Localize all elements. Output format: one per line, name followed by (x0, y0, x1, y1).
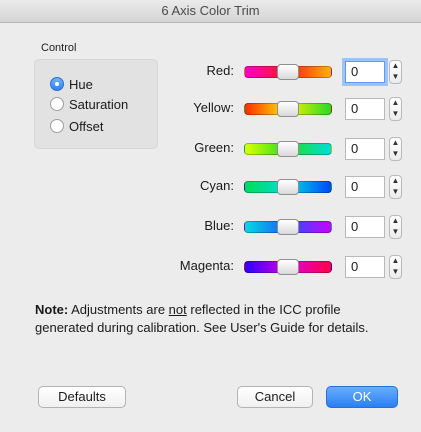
stepper-down-icon[interactable]: ▼ (390, 149, 401, 160)
slider-yellow-thumb[interactable] (277, 101, 299, 117)
stepper-up-icon[interactable]: ▲ (390, 61, 401, 72)
slider-green[interactable] (244, 141, 332, 157)
stepper-down-icon[interactable]: ▼ (390, 227, 401, 238)
slider-cyan-thumb[interactable] (277, 179, 299, 195)
value-field-cyan[interactable]: 0 (345, 176, 385, 198)
value-field-red[interactable]: 0 (345, 61, 385, 83)
value-field-green[interactable]: 0 (345, 138, 385, 160)
dialog-window: 6 Axis Color Trim Control Hue Saturation… (0, 0, 421, 432)
slider-yellow[interactable] (244, 101, 332, 117)
control-group-title: Control (41, 42, 77, 54)
stepper-up-icon[interactable]: ▲ (390, 256, 401, 267)
channel-row-green: Green: 0 ▲ ▼ (0, 136, 421, 162)
stepper-blue[interactable]: ▲ ▼ (389, 215, 402, 239)
stepper-down-icon[interactable]: ▼ (390, 267, 401, 278)
slider-green-thumb[interactable] (277, 141, 299, 157)
slider-magenta-thumb[interactable] (277, 259, 299, 275)
value-field-yellow[interactable]: 0 (345, 98, 385, 120)
channel-label-yellow: Yellow: (193, 100, 234, 115)
channel-row-red: Red: 0 ▲ ▼ (0, 59, 421, 85)
value-field-magenta[interactable]: 0 (345, 256, 385, 278)
stepper-magenta[interactable]: ▲ ▼ (389, 255, 402, 279)
stepper-cyan[interactable]: ▲ ▼ (389, 175, 402, 199)
stepper-down-icon[interactable]: ▼ (390, 187, 401, 198)
slider-magenta[interactable] (244, 259, 332, 275)
stepper-up-icon[interactable]: ▲ (390, 216, 401, 227)
window-title: 6 Axis Color Trim (0, 0, 421, 23)
note-emphasis: not (168, 302, 187, 317)
channel-label-magenta: Magenta: (179, 258, 234, 273)
stepper-yellow[interactable]: ▲ ▼ (389, 97, 402, 121)
slider-red-thumb[interactable] (277, 64, 299, 80)
channel-row-magenta: Magenta: 0 ▲ ▼ (0, 254, 421, 280)
slider-red[interactable] (244, 64, 332, 80)
value-field-blue[interactable]: 0 (345, 216, 385, 238)
defaults-button[interactable]: Defaults (38, 386, 126, 408)
note-text-before: Adjustments are (68, 302, 169, 317)
slider-cyan[interactable] (244, 179, 332, 195)
stepper-up-icon[interactable]: ▲ (390, 176, 401, 187)
channel-row-cyan: Cyan: 0 ▲ ▼ (0, 174, 421, 200)
note-prefix: Note: (35, 302, 69, 317)
stepper-down-icon[interactable]: ▼ (390, 72, 401, 83)
channel-label-green: Green: (194, 140, 234, 155)
stepper-up-icon[interactable]: ▲ (390, 98, 401, 109)
calibration-note: Note: Adjustments are not reflected in t… (35, 301, 395, 337)
stepper-down-icon[interactable]: ▼ (390, 109, 401, 120)
cancel-button[interactable]: Cancel (237, 386, 313, 408)
channel-row-yellow: Yellow: 0 ▲ ▼ (0, 96, 421, 122)
stepper-red[interactable]: ▲ ▼ (389, 60, 402, 84)
slider-blue-thumb[interactable] (277, 219, 299, 235)
channel-row-blue: Blue: 0 ▲ ▼ (0, 214, 421, 240)
channel-label-blue: Blue: (204, 218, 234, 233)
channel-label-cyan: Cyan: (200, 178, 234, 193)
channel-label-red: Red: (206, 63, 234, 78)
slider-blue[interactable] (244, 219, 332, 235)
stepper-green[interactable]: ▲ ▼ (389, 137, 402, 161)
ok-button[interactable]: OK (326, 386, 398, 408)
stepper-up-icon[interactable]: ▲ (390, 138, 401, 149)
